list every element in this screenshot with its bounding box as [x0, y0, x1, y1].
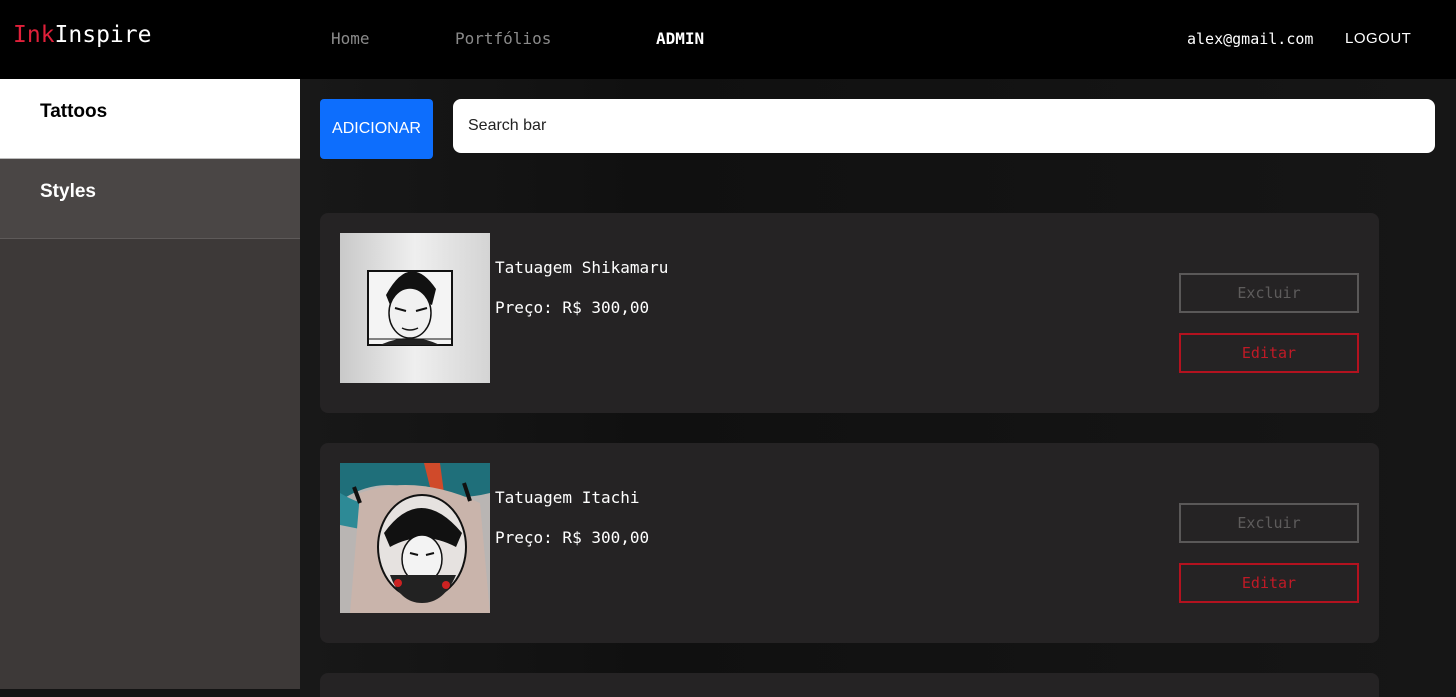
nav-portfolios[interactable]: Portfólios [455, 29, 551, 48]
tattoo-title: Tatuagem Shikamaru [495, 258, 669, 277]
delete-button[interactable]: Excluir [1179, 273, 1359, 313]
user-email: alex@gmail.com [1187, 30, 1314, 48]
tattoo-thumbnail [340, 463, 490, 613]
brand-logo[interactable]: InkInspire [13, 22, 151, 48]
logo-inspire: Inspire [54, 22, 152, 48]
tattoo-card: Tatuagem Shikamaru Preço: R$ 300,00 Excl… [320, 213, 1379, 413]
sidebar-item-label: Styles [40, 181, 96, 202]
delete-button[interactable]: Excluir [1179, 503, 1359, 543]
nav-admin[interactable]: ADMIN [656, 29, 704, 48]
itachi-tattoo-image [340, 463, 490, 613]
tattoo-card [320, 673, 1379, 697]
tattoo-title: Tatuagem Itachi [495, 488, 640, 507]
shikamaru-tattoo-image [340, 233, 490, 383]
sidebar-item-tattoos[interactable]: Tattoos [0, 79, 300, 159]
tattoo-price: Preço: R$ 300,00 [495, 298, 650, 317]
sidebar: Tattoos Styles [0, 79, 300, 689]
edit-button[interactable]: Editar [1179, 333, 1359, 373]
search-input[interactable] [453, 99, 1435, 153]
sidebar-item-label: Tattoos [40, 101, 108, 122]
logout-link[interactable]: LOGOUT [1345, 30, 1411, 47]
logo-ink: Ink [13, 22, 55, 48]
tattoo-thumbnail [340, 693, 490, 697]
tattoo-price: Preço: R$ 300,00 [495, 528, 650, 547]
sidebar-item-styles[interactable]: Styles [0, 159, 300, 239]
tattoo-card: Tatuagem Itachi Preço: R$ 300,00 Excluir… [320, 443, 1379, 643]
tattoo-thumbnail [340, 233, 490, 383]
top-navbar: InkInspire Home Portfólios ADMIN alex@gm… [0, 0, 1456, 79]
add-button[interactable]: ADICIONAR [320, 99, 433, 159]
nav-home[interactable]: Home [331, 29, 370, 48]
edit-button[interactable]: Editar [1179, 563, 1359, 603]
